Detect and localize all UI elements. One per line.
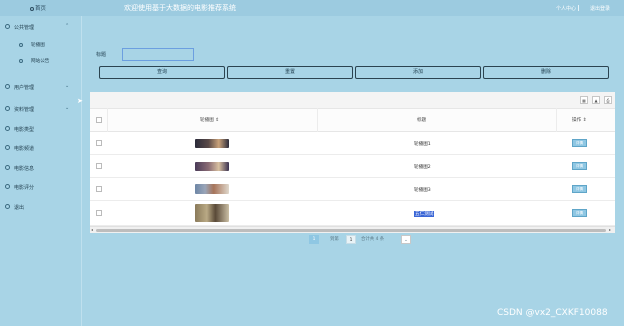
settings-icon: [5, 24, 10, 29]
pagination-page-input[interactable]: 1: [346, 235, 356, 244]
app-title: 欢迎使用基于大数据的电影推荐系统: [124, 4, 236, 12]
pagination-current-page[interactable]: 1: [309, 235, 319, 244]
select-all-checkbox[interactable]: [96, 117, 102, 123]
chevron-down-icon: ⌄: [65, 83, 70, 89]
sidebar-subitem-label: 网站公告: [31, 59, 50, 64]
personal-center-link[interactable]: 个人中心: [556, 5, 576, 12]
star-icon: [5, 184, 10, 189]
carousel-thumbnail: [195, 204, 229, 222]
scroll-left-icon[interactable]: ◂: [91, 227, 93, 232]
row-title: 轮播图1: [414, 142, 431, 147]
sidebar-item-label: 退出: [14, 205, 25, 211]
sidebar-item-label: 电影信息: [14, 166, 35, 172]
export-icon[interactable]: ▲: [592, 96, 600, 104]
chevron-down-icon: ⌄: [404, 238, 408, 243]
sidebar-item-label: 公共管理: [14, 25, 35, 31]
sidebar-item-movie-info[interactable]: 电影信息: [0, 163, 82, 175]
table-header: 轮播图 ⇕ 标题 操作 ⇕: [90, 108, 615, 132]
pagination-total: 合计共 4 条: [361, 237, 385, 242]
table-panel: ▦ ▲ ⎙ 轮播图 ⇕ 标题 操作 ⇕ 轮播图1 详情 轮播图2 详情 轮播图3…: [90, 92, 615, 233]
columns-icon[interactable]: ▦: [580, 96, 588, 104]
horizontal-scrollbar[interactable]: ◂ ▸: [90, 226, 615, 233]
column-header-op[interactable]: 操作 ⇕: [572, 117, 587, 123]
sidebar-item-label: 电影评分: [14, 185, 35, 191]
search-label: 标题: [96, 52, 107, 58]
add-button[interactable]: 添加: [355, 66, 481, 79]
sidebar-item-label: 电影频道: [14, 146, 35, 152]
sidebar-item-movie-channel[interactable]: 电影频道: [0, 143, 82, 155]
table-row[interactable]: 轮播图3 详情: [90, 178, 615, 201]
scroll-right-icon[interactable]: ▸: [609, 227, 611, 232]
channel-icon: [5, 145, 10, 150]
detail-button[interactable]: 详情: [572, 209, 587, 217]
sidebar-item-public-management[interactable]: 公共管理 ⌃: [0, 22, 82, 34]
pagination-size-select[interactable]: ⌄: [401, 235, 411, 244]
home-label: 首页: [35, 6, 47, 12]
tag-icon: [5, 126, 10, 131]
user-icon: [5, 84, 10, 89]
sidebar-subitem-announcement[interactable]: 网站公告: [0, 56, 82, 68]
carousel-thumbnail: [195, 184, 229, 194]
mouse-cursor-icon: ➤: [77, 97, 83, 105]
sidebar-item-label: 资料管理: [14, 107, 35, 113]
sidebar-item-movie-type[interactable]: 电影类型: [0, 124, 82, 136]
home-icon: [30, 6, 34, 11]
sidebar-subitem-label: 轮播图: [31, 43, 45, 48]
row-checkbox[interactable]: [96, 186, 102, 192]
sidebar-item-label: 电影类型: [14, 127, 35, 133]
watermark: CSDN @vx2_CXKF10088: [497, 308, 608, 318]
carousel-thumbnail: [195, 162, 229, 171]
top-divider: [578, 5, 579, 11]
row-title: 五仁测试: [414, 211, 435, 217]
pagination-goto-label: 到第: [330, 237, 339, 242]
info-icon: [5, 165, 10, 170]
folder-icon: [5, 106, 10, 111]
table-row[interactable]: 轮播图2 详情: [90, 155, 615, 178]
column-header-label: 操作: [572, 118, 582, 123]
sidebar-item-label: 用户管理: [14, 85, 35, 91]
notice-icon: [19, 58, 23, 63]
reset-button[interactable]: 重置: [227, 66, 353, 79]
sidebar-item-movie-rating[interactable]: 电影评分: [0, 182, 82, 194]
sidebar-item-data-management[interactable]: 资料管理 ⌄: [0, 104, 82, 116]
row-title: 轮播图2: [414, 165, 431, 170]
chevron-down-icon: ⌄: [65, 105, 70, 111]
table-row[interactable]: 轮播图1 详情: [90, 132, 615, 155]
detail-button[interactable]: 详情: [572, 139, 587, 147]
chevron-up-icon: ⌃: [65, 23, 70, 29]
delete-button[interactable]: 删除: [483, 66, 609, 79]
table-row[interactable]: 五仁测试 详情: [90, 201, 615, 226]
scrollbar-thumb[interactable]: [96, 228, 606, 232]
top-bar: 首页 欢迎使用基于大数据的电影推荐系统 个人中心 退出登录: [0, 0, 624, 16]
sidebar-subitem-carousel[interactable]: 轮播图: [0, 40, 82, 52]
row-checkbox[interactable]: [96, 210, 102, 216]
sidebar-item-logout[interactable]: 退出: [0, 202, 82, 214]
query-button[interactable]: 查询: [99, 66, 225, 79]
sidebar: 公共管理 ⌃ 轮播图 网站公告 用户管理 ⌄ 资料管理 ⌄ 电影类型 电影频道 …: [0, 16, 82, 326]
search-input[interactable]: [122, 48, 194, 61]
row-title: 轮播图3: [414, 188, 431, 193]
detail-button[interactable]: 详情: [572, 185, 587, 193]
sidebar-item-user-management[interactable]: 用户管理 ⌄: [0, 82, 82, 94]
print-icon[interactable]: ⎙: [604, 96, 612, 104]
detail-button[interactable]: 详情: [572, 162, 587, 170]
carousel-thumbnail: [195, 139, 229, 148]
row-checkbox[interactable]: [96, 140, 102, 146]
home-link[interactable]: 首页: [30, 4, 46, 12]
column-header-image[interactable]: 轮播图 ⇕: [200, 117, 219, 123]
column-header-title: 标题: [417, 118, 427, 123]
row-checkbox[interactable]: [96, 163, 102, 169]
logout-icon: [5, 204, 10, 209]
image-icon: [19, 42, 23, 47]
table-toolbar: ▦ ▲ ⎙: [90, 92, 615, 108]
logout-link[interactable]: 退出登录: [590, 5, 610, 12]
column-header-label: 轮播图: [200, 118, 214, 123]
